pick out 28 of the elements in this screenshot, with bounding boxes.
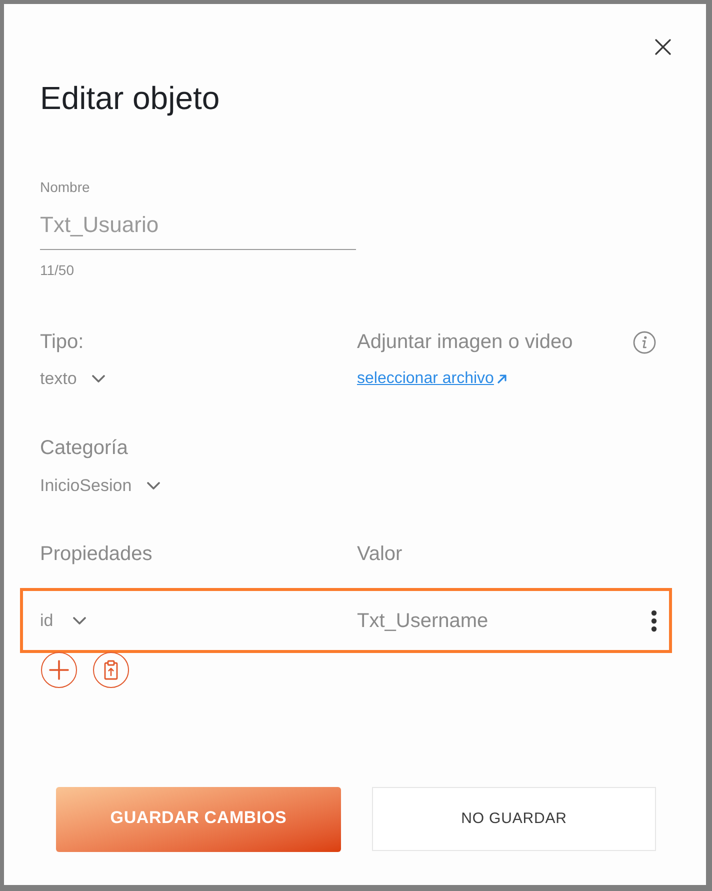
chevron-down-icon[interactable] xyxy=(92,375,105,383)
select-file-link[interactable]: seleccionar archivo xyxy=(357,367,507,391)
more-options-icon[interactable] xyxy=(651,610,657,632)
property-row[interactable]: id Txt_Username xyxy=(20,588,672,653)
column-header: Valor xyxy=(357,542,404,567)
discard-button[interactable]: NO GUARDAR xyxy=(372,787,656,851)
close-icon[interactable] xyxy=(655,39,671,55)
external-link-icon xyxy=(496,374,507,384)
type-select[interactable]: texto xyxy=(40,367,105,391)
chevron-down-icon[interactable] xyxy=(73,616,86,624)
plus-icon xyxy=(49,660,69,680)
property-select[interactable]: id xyxy=(40,608,86,632)
field-label: Categoría xyxy=(40,436,129,461)
info-icon[interactable] xyxy=(633,330,656,354)
chevron-down-icon[interactable] xyxy=(146,482,160,490)
clipboard-upload-icon xyxy=(104,660,118,680)
property-value: Txt_Username xyxy=(357,608,490,634)
save-changes-button[interactable]: GUARDAR CAMBIOS xyxy=(56,787,341,852)
column-header: Propiedades xyxy=(40,542,154,567)
field-label: Tipo: xyxy=(40,330,84,355)
add-property-button[interactable] xyxy=(41,652,77,688)
category-select[interactable]: InicioSesion xyxy=(40,474,160,498)
field-label: Nombre xyxy=(40,178,91,197)
name-input[interactable]: Txt_Usuario xyxy=(40,208,356,250)
dialog-title: Editar objeto xyxy=(40,79,221,118)
paste-property-button[interactable] xyxy=(93,652,129,688)
field-label: Adjuntar imagen o video xyxy=(357,330,573,355)
character-counter: 11/50 xyxy=(40,261,75,280)
